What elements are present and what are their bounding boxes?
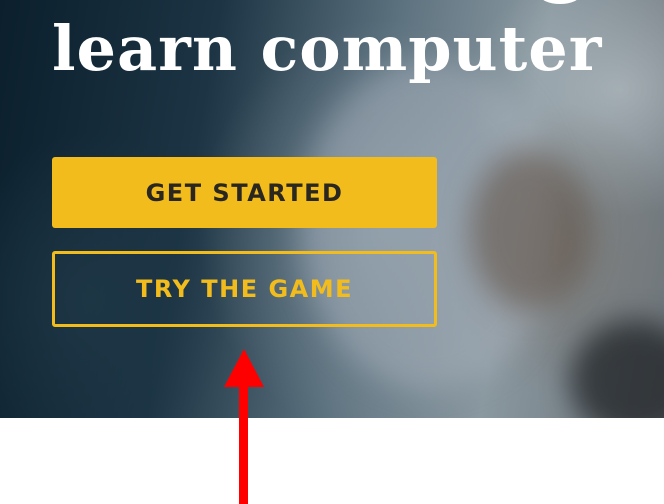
hero-title: learn computer	[52, 12, 603, 85]
arrow-shaft	[239, 384, 248, 504]
arrow-head	[224, 349, 264, 387]
hero-background-shadow	[570, 320, 664, 418]
hero-background-face	[470, 150, 590, 310]
title-previous-line-fragment	[540, 0, 580, 4]
get-started-button[interactable]: GET STARTED	[52, 157, 437, 228]
hero-section: learn computer GET STARTED TRY THE GAME	[0, 0, 664, 418]
try-the-game-button[interactable]: TRY THE GAME	[52, 251, 437, 327]
